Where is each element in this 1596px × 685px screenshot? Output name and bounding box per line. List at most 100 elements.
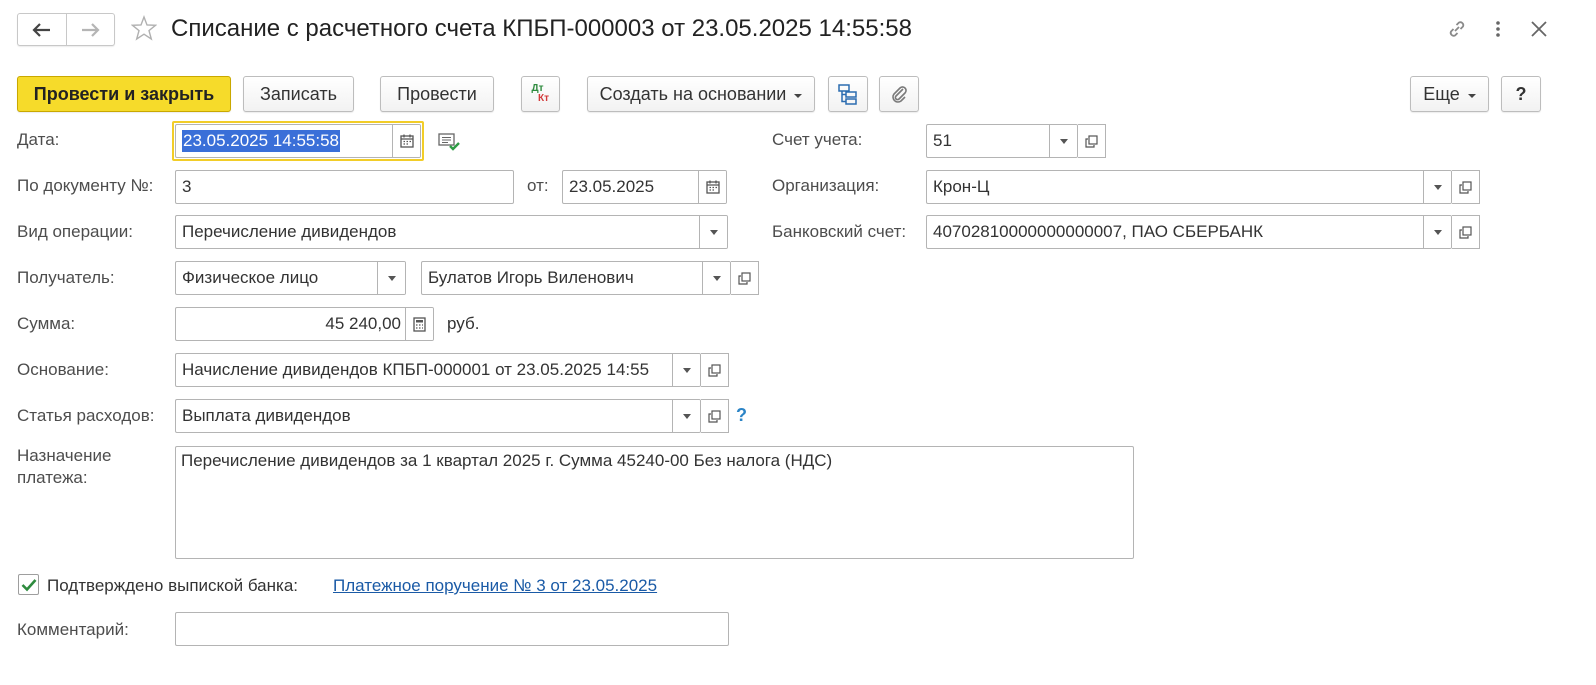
calculator-icon — [413, 316, 426, 332]
recipient-dropdown-button[interactable] — [702, 262, 730, 294]
more-button[interactable]: Еще — [1410, 76, 1489, 112]
recipient-type-dropdown-button[interactable] — [377, 262, 405, 294]
recipient-value: Булатов Игорь Виленович — [428, 268, 634, 287]
operation-label: Вид операции: — [17, 222, 133, 241]
more-label: Еще — [1423, 83, 1460, 104]
purpose-textarea[interactable]: Перечисление дивидендов за 1 квартал 202… — [175, 446, 1134, 559]
chevron-down-icon — [794, 93, 803, 98]
basis-select[interactable]: Начисление дивидендов КПБП-000001 от 23.… — [175, 353, 701, 387]
chevron-down-icon — [1433, 184, 1442, 190]
account-dropdown-button[interactable] — [1049, 125, 1077, 157]
expense-item-dropdown-button[interactable] — [672, 400, 700, 432]
date-value: 23.05.2025 14:55:58 — [182, 130, 340, 152]
post-button[interactable]: Провести — [380, 76, 494, 112]
recipient-type-select[interactable]: Физическое лицо — [175, 261, 406, 295]
open-window-icon — [738, 271, 751, 285]
arrow-left-icon — [32, 22, 50, 37]
chevron-down-icon — [1467, 93, 1476, 98]
expense-item-label: Статья расходов: — [17, 406, 155, 425]
date-label: Дата: — [17, 130, 60, 149]
amount-label: Сумма: — [17, 314, 76, 333]
expense-item-select[interactable]: Выплата дивидендов — [175, 399, 701, 433]
chevron-down-icon — [387, 275, 396, 281]
basis-value: Начисление дивидендов КПБП-000001 от 23.… — [182, 360, 650, 379]
history-nav — [17, 13, 115, 46]
close-icon[interactable] — [1526, 16, 1552, 42]
comment-value — [176, 613, 728, 645]
organization-select[interactable]: Крон-Ц — [926, 170, 1452, 204]
amount-value: 45 240,00 — [325, 314, 401, 333]
forward-button[interactable] — [65, 14, 115, 45]
recipient-type-value: Физическое лицо — [182, 268, 319, 287]
window-title: Списание с расчетного счета КПБП-000003 … — [171, 15, 912, 42]
date-field[interactable]: 23.05.2025 14:55:58 — [175, 124, 421, 158]
recipient-select[interactable]: Булатов Игорь Виленович — [421, 261, 731, 295]
doc-date-calendar-button[interactable] — [698, 171, 726, 203]
paperclip-icon — [892, 86, 907, 103]
basis-open-button[interactable] — [701, 353, 729, 387]
checkmark-icon — [21, 578, 36, 591]
bank-account-label: Банковский счет: — [772, 222, 907, 241]
link-icon[interactable] — [1444, 16, 1470, 42]
operation-select[interactable]: Перечисление дивидендов — [175, 215, 728, 249]
confirmed-checkbox[interactable] — [18, 574, 39, 595]
account-value: 51 — [933, 131, 952, 150]
doc-number-field[interactable]: 3 — [175, 170, 514, 204]
doc-date-value: 23.05.2025 — [569, 177, 655, 196]
bank-account-dropdown-button[interactable] — [1423, 216, 1451, 248]
chevron-down-icon — [682, 367, 691, 373]
bank-account-select[interactable]: 40702810000000000007, ПАО СБЕРБАНК — [926, 215, 1452, 249]
structure-button[interactable] — [828, 76, 868, 112]
create-based-on-label: Создать на основании — [599, 83, 787, 104]
organization-dropdown-button[interactable] — [1423, 171, 1451, 203]
expense-item-value: Выплата дивидендов — [182, 406, 351, 425]
more-vertical-icon[interactable] — [1485, 16, 1511, 42]
chevron-down-icon — [682, 413, 691, 419]
basis-dropdown-button[interactable] — [672, 354, 700, 386]
amount-field[interactable]: 45 240,00 — [175, 307, 434, 341]
expense-item-open-button[interactable] — [701, 399, 729, 433]
comment-label: Комментарий: — [17, 620, 129, 639]
recipient-open-button[interactable] — [731, 261, 759, 295]
organization-open-button[interactable] — [1452, 170, 1480, 204]
favorite-star-icon[interactable] — [130, 15, 158, 46]
recipient-label: Получатель: — [17, 268, 115, 287]
date-check-icon[interactable] — [438, 132, 460, 157]
organization-value: Крон-Ц — [933, 177, 990, 196]
doc-date-label: от: — [527, 176, 549, 195]
payment-order-link[interactable]: Платежное поручение № 3 от 23.05.2025 — [333, 576, 657, 596]
kt-label: Кт — [537, 93, 549, 104]
expense-item-help-icon[interactable]: ? — [736, 405, 747, 426]
calculator-button[interactable] — [405, 308, 433, 340]
back-button[interactable] — [18, 14, 66, 45]
attachment-button[interactable] — [879, 76, 919, 112]
chevron-down-icon — [709, 229, 718, 235]
organization-label: Организация: — [772, 176, 880, 195]
create-based-on-button[interactable]: Создать на основании — [587, 76, 815, 112]
help-button[interactable]: ? — [1501, 76, 1541, 112]
bank-account-open-button[interactable] — [1452, 215, 1480, 249]
purpose-label-line1: Назначение — [17, 446, 112, 465]
post-and-close-button[interactable]: Провести и закрыть — [17, 76, 231, 112]
calendar-icon — [705, 180, 720, 194]
calendar-button[interactable] — [392, 125, 420, 157]
bank-account-value: 40702810000000000007, ПАО СБЕРБАНК — [933, 222, 1264, 241]
doc-date-field[interactable]: 23.05.2025 — [562, 170, 727, 204]
account-select[interactable]: 51 — [926, 124, 1078, 158]
save-button[interactable]: Записать — [243, 76, 354, 112]
open-window-icon — [1459, 225, 1472, 239]
open-window-icon — [708, 363, 721, 377]
arrow-right-icon — [82, 22, 100, 37]
basis-label: Основание: — [17, 360, 109, 379]
open-window-icon — [1459, 180, 1472, 194]
comment-field[interactable] — [175, 612, 729, 646]
account-open-button[interactable] — [1078, 124, 1106, 158]
open-window-icon — [708, 409, 721, 423]
operation-dropdown-button[interactable] — [699, 216, 727, 248]
account-label: Счет учета: — [772, 130, 863, 149]
hierarchy-icon — [838, 84, 857, 105]
open-window-icon — [1085, 134, 1098, 148]
chevron-down-icon — [712, 275, 721, 281]
dt-kt-button[interactable]: Дт Кт — [521, 76, 560, 112]
currency-label: руб. — [447, 314, 480, 333]
